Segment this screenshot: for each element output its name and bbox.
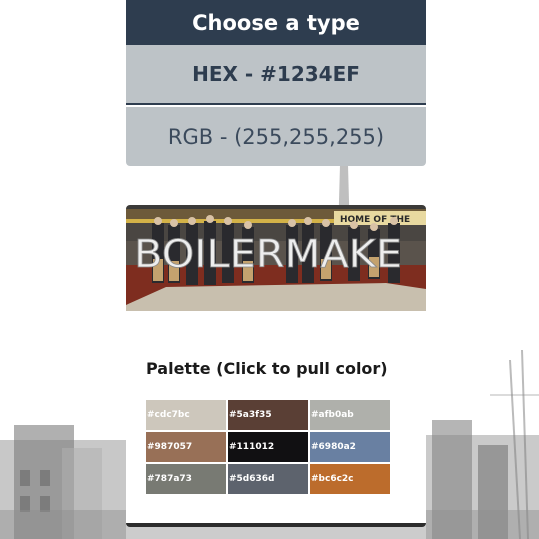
palette-swatch[interactable]: #cdc7bc	[146, 400, 226, 430]
photo-letters: BOILERMAKE	[134, 232, 402, 276]
palette-card: Palette (Click to pull color) #cdc7bc #5…	[126, 311, 426, 527]
palette-swatch[interactable]: #afb0ab	[310, 400, 390, 430]
swatch-label: #cdc7bc	[147, 410, 190, 420]
header-title: Choose a type	[192, 10, 360, 35]
palette-swatch[interactable]: #5a3f35	[228, 400, 308, 430]
palette-swatch[interactable]: #6980a2	[310, 432, 390, 462]
swatch-label: #5a3f35	[229, 410, 272, 420]
hex-type-label: HEX - #1234EF	[192, 62, 360, 86]
swatch-label: #6980a2	[311, 442, 356, 452]
palette-swatch[interactable]: #987057	[146, 432, 226, 462]
swatch-label: #afb0ab	[311, 410, 354, 420]
swatch-label: #111012	[229, 442, 275, 452]
swatch-label: #787a73	[147, 474, 192, 484]
palette-swatches: #cdc7bc #5a3f35 #afb0ab #987057 #111012 …	[146, 400, 391, 494]
choose-type-header: Choose a type	[126, 0, 426, 45]
palette-swatch[interactable]: #bc6c2c	[310, 464, 390, 494]
palette-swatch[interactable]: #111012	[228, 432, 308, 462]
hex-type-button[interactable]: HEX - #1234EF	[126, 45, 426, 105]
palette-swatch[interactable]: #787a73	[146, 464, 226, 494]
rgb-type-button[interactable]: RGB - (255,255,255)	[126, 107, 426, 166]
swatch-label: #987057	[147, 442, 193, 452]
swatch-label: #5d636d	[229, 474, 275, 484]
palette-title: Palette (Click to pull color)	[146, 359, 388, 378]
rgb-type-label: RGB - (255,255,255)	[167, 124, 385, 149]
swatch-label: #bc6c2c	[311, 474, 354, 484]
uploaded-photo: HOME OF THE BOILERMAKE	[126, 205, 426, 311]
palette-swatch[interactable]: #5d636d	[228, 464, 308, 494]
